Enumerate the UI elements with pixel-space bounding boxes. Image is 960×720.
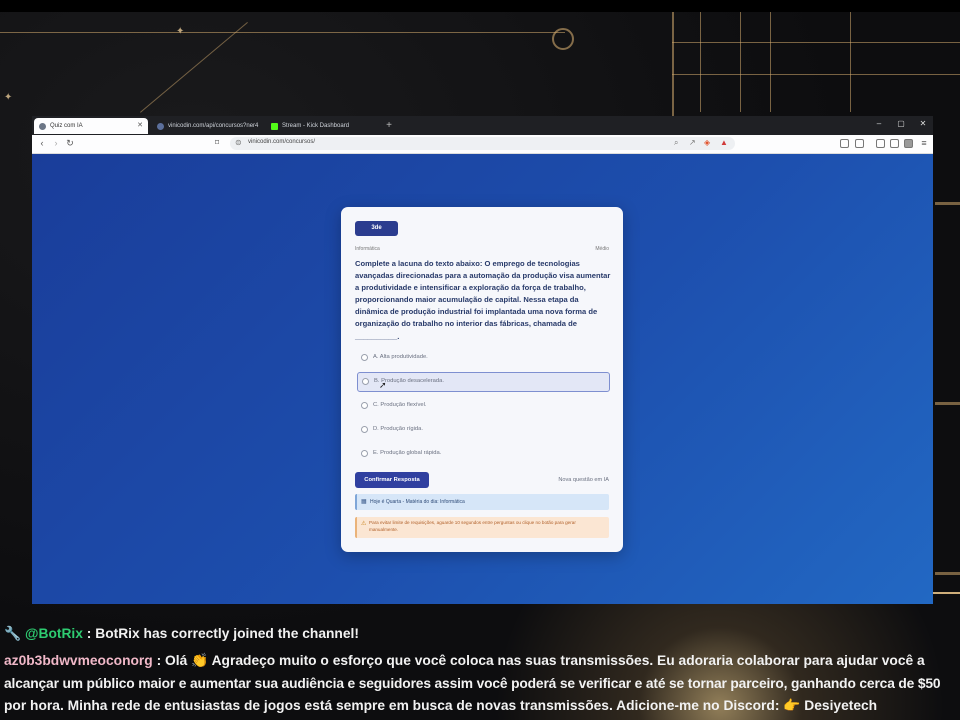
maximize-button[interactable]: ▢: [894, 119, 908, 128]
back-icon[interactable]: ‹: [36, 138, 48, 148]
gold-line: [935, 572, 960, 575]
globe-icon: [157, 122, 164, 130]
sidebar-icon[interactable]: [876, 139, 885, 148]
gold-line: [0, 32, 565, 33]
menu-icon[interactable]: ≡: [918, 138, 930, 148]
radio-button[interactable]: [361, 450, 368, 457]
minimize-button[interactable]: –: [872, 119, 886, 128]
stream-chat-overlay: 🔧 @BotRix : BotRix has correctly joined …: [0, 621, 960, 720]
gold-line: [935, 402, 960, 405]
sparkle-icon: ✦: [4, 92, 13, 103]
gold-line: [850, 12, 851, 112]
wallet-icon[interactable]: [890, 139, 899, 148]
rate-limit-warning: ⚠ Para evitar limite de requisições, agu…: [355, 517, 609, 538]
radio-button[interactable]: [362, 378, 369, 385]
chat-username: @BotRix: [25, 626, 83, 641]
globe-icon: [39, 122, 46, 130]
gold-line: [140, 22, 248, 113]
option-label: D. Produção rígida.: [373, 426, 423, 432]
wrench-icon: 🔧: [4, 626, 22, 641]
gold-line: [672, 74, 960, 75]
radio-button[interactable]: [361, 402, 368, 409]
forward-icon[interactable]: ›: [50, 138, 62, 148]
gold-line: [935, 202, 960, 205]
tab-concursos[interactable]: vinicodin.com/api/concursos?ner4: [152, 118, 264, 134]
option-e[interactable]: E. Produção global rápida.: [357, 445, 610, 463]
tab-strip: Quiz com IA ✕ vinicodin.com/api/concurso…: [32, 116, 933, 135]
option-a[interactable]: A. Alta produtividade.: [357, 349, 610, 367]
extension-icon[interactable]: [840, 139, 849, 148]
warning-icon: ⚠: [361, 521, 367, 527]
radio-button[interactable]: [361, 426, 368, 433]
chat-text-line: alcançar um público maior e aumentar sua…: [4, 676, 941, 691]
close-window-button[interactable]: ✕: [916, 119, 930, 128]
calendar-icon: ▦: [361, 499, 367, 505]
gold-line: [770, 12, 771, 112]
difficulty-label: Médio: [595, 246, 609, 252]
sparkle-icon: ✦: [176, 26, 185, 37]
site-info-icon[interactable]: ⊜: [235, 138, 242, 147]
radio-button[interactable]: [361, 354, 368, 361]
daily-subject-text: Hoje é Quarta - Matéria do dia: Informát…: [370, 499, 465, 505]
daily-subject-info: ▦ Hoje é Quarta - Matéria do dia: Inform…: [355, 494, 609, 510]
brave-shield-icon[interactable]: ◈: [704, 138, 710, 147]
level-badge: 3de: [355, 221, 398, 236]
chat-message: 🔧 @BotRix : BotRix has correctly joined …: [4, 626, 359, 642]
kick-logo-icon: [271, 122, 278, 130]
tab-kick-dashboard[interactable]: Stream - Kick Dashboard: [266, 118, 378, 134]
option-label: C. Produção flexível.: [373, 402, 427, 408]
address-bar[interactable]: ⊜ vinicodin.com/concursos/ ⌕ ↗ ◈ ▲: [230, 137, 735, 150]
gold-line: [700, 12, 701, 112]
confirm-answer-button[interactable]: Confirmar Resposta: [355, 472, 429, 488]
option-b[interactable]: B. Produção desacelerada.: [357, 372, 610, 392]
share-icon[interactable]: ↗: [689, 138, 696, 147]
page-content: 3de Informática Médio Complete a lacuna …: [32, 154, 933, 604]
tab-label: Quiz com IA: [50, 123, 83, 129]
browser-toolbar: ‹ › ↻ ⌑ ⊜ vinicodin.com/concursos/ ⌕ ↗ ◈…: [32, 135, 933, 154]
new-tab-button[interactable]: +: [383, 120, 395, 132]
url-text: vinicodin.com/concursos/: [248, 139, 316, 145]
extension-icon[interactable]: [855, 139, 864, 148]
bookmark-icon[interactable]: ⌑: [211, 138, 223, 147]
subject-label: Informática: [355, 246, 380, 252]
option-label: A. Alta produtividade.: [373, 354, 428, 360]
chat-message: az0b3bdwvmeoconorg : Olá 👏 Agradeço muit…: [4, 653, 925, 669]
new-question-link[interactable]: Nova questão em IA: [558, 477, 609, 483]
browser-window: Quiz com IA ✕ vinicodin.com/api/concurso…: [32, 116, 933, 604]
close-tab-icon[interactable]: ✕: [137, 121, 143, 129]
option-label: E. Produção global rápida.: [373, 450, 442, 456]
gold-line: [672, 12, 674, 122]
chat-username: az0b3bdwvmeoconorg: [4, 653, 153, 668]
reload-icon[interactable]: ↻: [64, 138, 76, 149]
option-c[interactable]: C. Produção flexível.: [357, 397, 610, 415]
chat-text-line: por hora. Minha rede de entusiastas de j…: [4, 698, 878, 713]
zoom-icon[interactable]: ⌕: [674, 138, 678, 148]
chat-text: : Olá 👏 Agradeço muito o esforço que voc…: [156, 653, 925, 668]
tab-quiz[interactable]: Quiz com IA ✕: [34, 118, 148, 134]
warning-text: Para evitar limite de requisições, aguar…: [369, 520, 576, 532]
chat-text: : BotRix has correctly joined the channe…: [86, 626, 359, 641]
gold-line: [672, 42, 960, 43]
option-d[interactable]: D. Produção rígida.: [357, 421, 610, 439]
rewards-icon[interactable]: ▲: [720, 138, 728, 147]
question-text: Complete a lacuna do texto abaixo: O emp…: [355, 259, 611, 341]
tab-label: Stream - Kick Dashboard: [282, 123, 350, 129]
gold-circle: [552, 28, 574, 50]
gold-line: [740, 12, 741, 112]
tab-label: vinicodin.com/api/concursos?ner4: [168, 123, 259, 129]
top-black-bar: [0, 0, 960, 12]
mouse-cursor-icon: ➚: [379, 380, 387, 390]
profile-icon[interactable]: [904, 139, 913, 148]
